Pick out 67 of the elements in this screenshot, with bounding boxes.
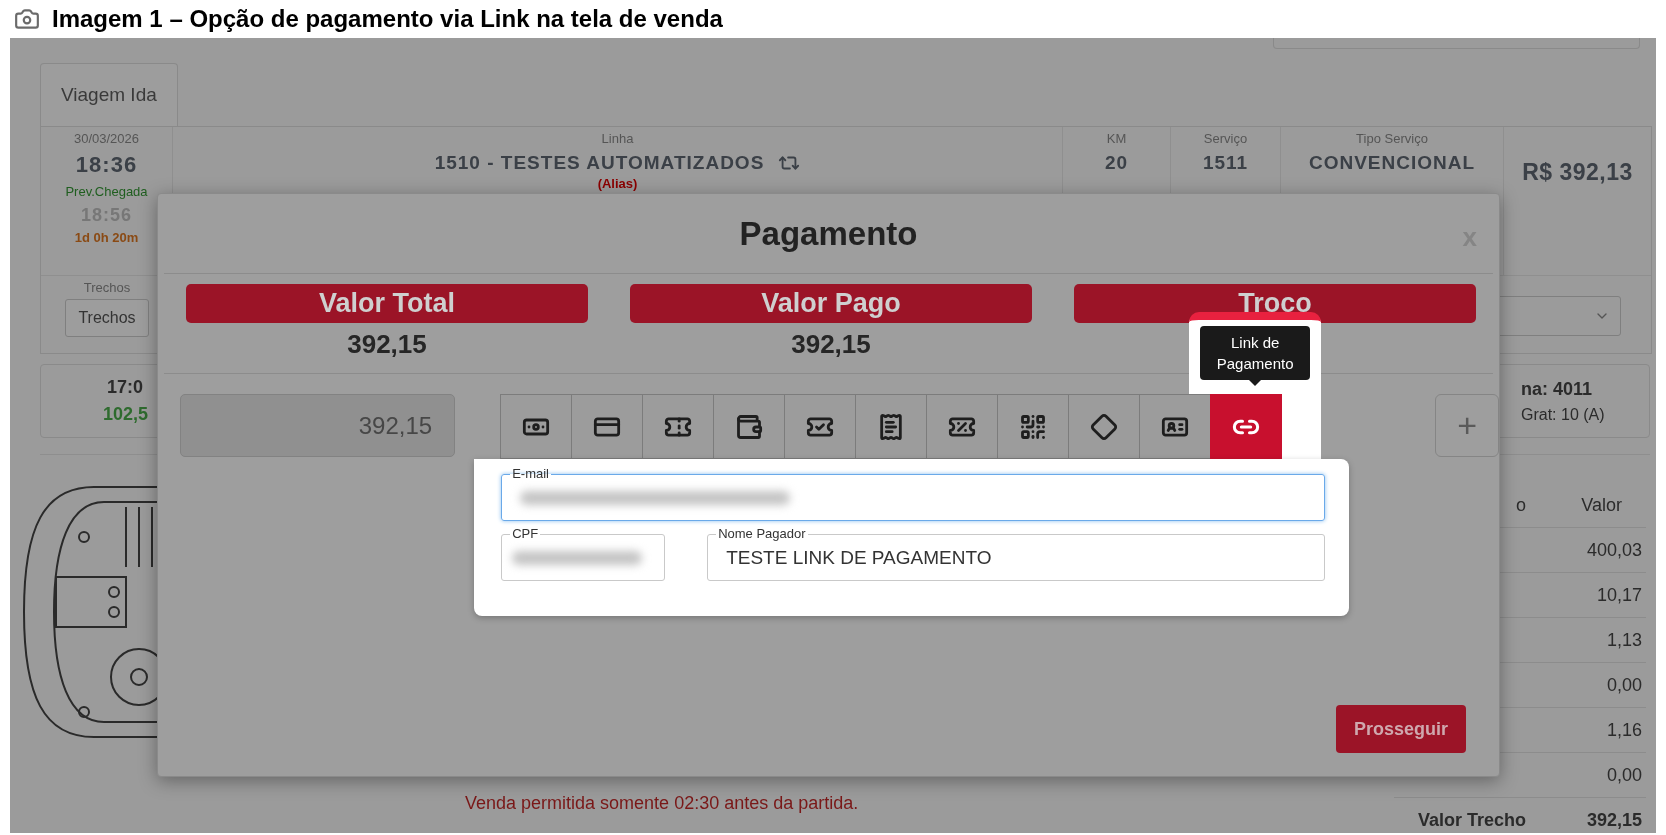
arrival-label: Prev.Chegada [65, 184, 148, 199]
segments-label: Trechos [83, 280, 131, 295]
column-header: Tipo Serviço [1356, 131, 1428, 146]
camera-icon [14, 6, 40, 32]
proceed-button[interactable]: Prosseguir [1335, 705, 1466, 753]
qr-code-icon [1019, 412, 1048, 441]
tooltip-arrow [1249, 380, 1262, 386]
trip-tab[interactable]: Viagem Ida [40, 63, 178, 126]
summary-value: 392,15 [347, 329, 427, 360]
payment-method-button[interactable] [713, 394, 786, 459]
fare-value: 400,03 [1586, 539, 1642, 561]
seat-line: Grat: 10 (A) [1521, 405, 1605, 424]
caption: Imagem 1 – Opção de pagamento via Link na tela de venda [52, 5, 723, 33]
payment-method-button[interactable] [1210, 394, 1283, 459]
column-value: CONVENCIONAL [1308, 152, 1476, 174]
summary-header: Valor Pago [630, 284, 1032, 323]
tooltip: Link de Pagamento [1200, 326, 1311, 380]
field-label: CPF [511, 527, 540, 541]
payment-method-button[interactable] [784, 394, 857, 459]
fare-value: 0,00 [1606, 764, 1642, 786]
payment-method-button[interactable] [642, 394, 715, 459]
column-value: 1510 - TESTES AUTOMATIZADOS [434, 152, 765, 174]
schedule-amount: 102,5 [103, 404, 149, 425]
search-field[interactable] [1273, 38, 1640, 49]
column-header: Serviço [1203, 131, 1248, 146]
amount-field[interactable]: 392,15 [180, 394, 456, 457]
payment-method-button[interactable] [1068, 394, 1141, 459]
payment-method-button[interactable] [926, 394, 999, 459]
column-header: KM [1106, 131, 1127, 146]
payment-method-button[interactable] [1139, 394, 1212, 459]
column-value: 20 [1104, 152, 1129, 174]
segments-button[interactable]: Trechos [65, 299, 149, 337]
trip-duration: 1d 0h 20m [74, 230, 139, 245]
payer-name-field[interactable]: Nome Pagador TESTE LINK DE PAGAMENTO [707, 527, 1326, 581]
payment-method-button[interactable] [500, 394, 573, 459]
field-label: Nome Pagador [717, 527, 807, 541]
fare-value: 0,00 [1606, 674, 1642, 696]
sale-notice: Venda permitida somente 02:30 antes da partida. [465, 793, 859, 814]
summary-value: 392,15 [791, 329, 871, 360]
trip-price: R$ 392,13 [1522, 159, 1633, 186]
add-button[interactable]: + [1435, 394, 1499, 457]
field-value: TESTE LINK DE PAGAMENTO [726, 546, 992, 569]
dialog-title: Pagamento [739, 214, 918, 253]
wallet-icon [735, 412, 764, 441]
fare-value: 10,17 [1596, 584, 1642, 606]
column-header: o [1516, 494, 1526, 516]
payment-method-button[interactable] [855, 394, 928, 459]
departure-time: 18:36 [75, 152, 138, 178]
column-header: Linha [601, 131, 634, 146]
fare-value: 1,16 [1606, 719, 1642, 741]
column-header: Valor [1581, 494, 1623, 516]
total-label: Valor Trecho [1417, 809, 1526, 831]
email-field[interactable]: E-mail [501, 467, 1326, 521]
diamond-icon [1090, 412, 1119, 441]
fare-value: 1,13 [1606, 629, 1642, 651]
alias-note: (Alias) [597, 176, 638, 191]
column-value: 1511 [1202, 152, 1249, 174]
summary-header: Valor Total [186, 284, 588, 323]
payment-method-button[interactable] [997, 394, 1070, 459]
schedule-time: 17:0 [107, 377, 144, 398]
payment-method-button[interactable] [571, 394, 644, 459]
trip-date: 30/03/2026 [73, 131, 140, 146]
cpf-field[interactable]: CPF [501, 527, 666, 581]
total-value: 392,15 [1586, 809, 1642, 831]
summary-header: Troco [1074, 284, 1476, 323]
field-label: E-mail [511, 467, 550, 481]
seat-line: na: 4011 [1521, 378, 1593, 400]
